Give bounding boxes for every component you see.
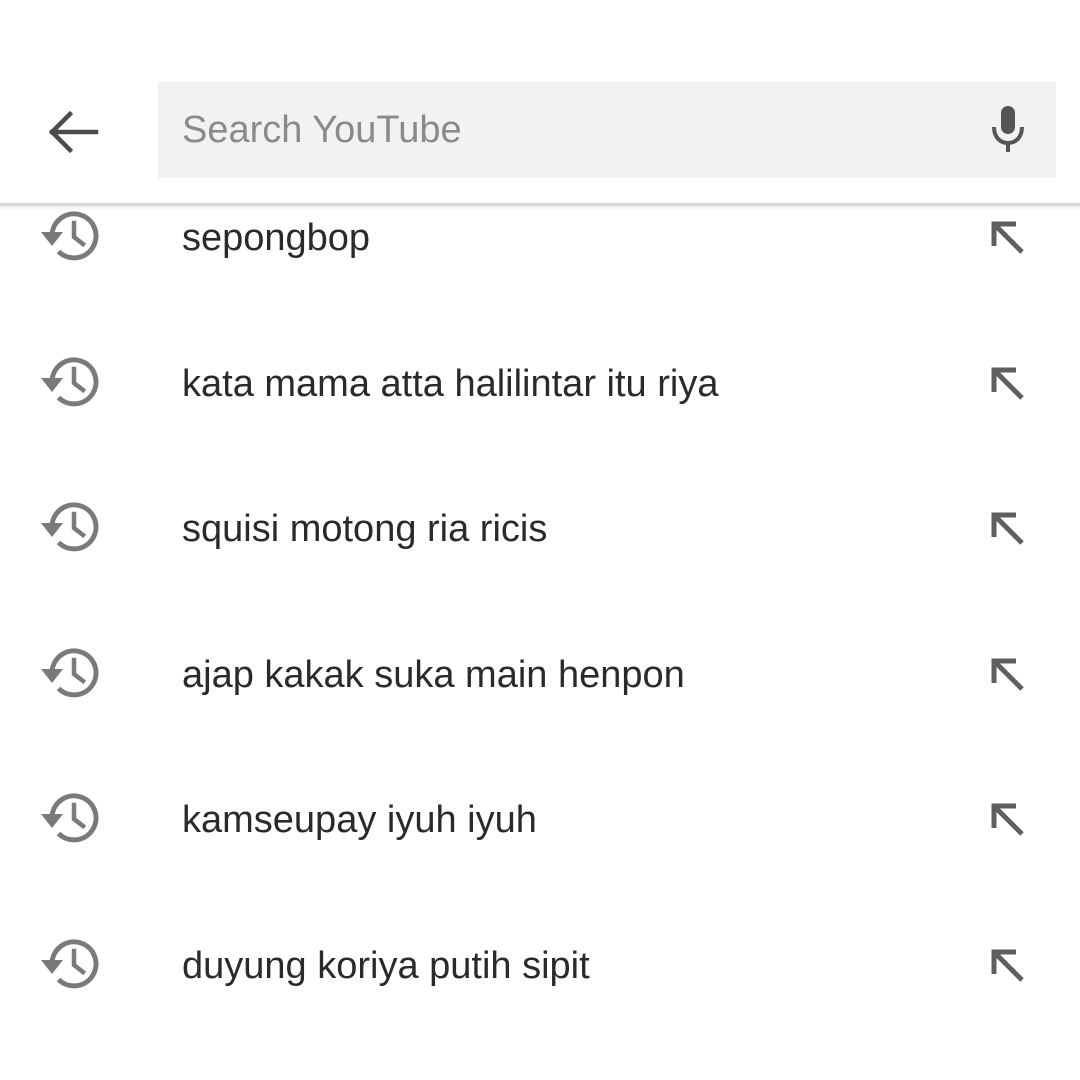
microphone-icon xyxy=(992,106,1024,152)
search-box[interactable] xyxy=(158,82,1056,178)
history-item[interactable]: sepongbop xyxy=(0,186,1080,332)
history-item-label: duyung koriya putih sipit xyxy=(182,944,590,987)
fill-query-button[interactable] xyxy=(980,647,1036,703)
history-icon xyxy=(38,641,104,705)
arrow-up-left-icon xyxy=(991,658,1024,691)
history-icon xyxy=(38,350,104,414)
history-item[interactable]: kata mama atta halilintar itu riya xyxy=(0,332,1080,478)
history-icon xyxy=(38,495,104,559)
voice-search-button[interactable] xyxy=(980,102,1036,158)
arrow-up-left-icon xyxy=(991,367,1024,400)
history-item[interactable]: kamseupay iyuh iyuh xyxy=(0,768,1080,914)
fill-query-button[interactable] xyxy=(980,792,1036,848)
back-button[interactable] xyxy=(40,102,104,162)
history-item[interactable]: ajap kakak suka main henpon xyxy=(0,623,1080,769)
arrow-up-left-icon xyxy=(991,512,1024,545)
youtube-search-screen: sepongbop kata mama atta halilintar itu r… xyxy=(0,0,1080,1080)
history-icon xyxy=(38,204,104,268)
search-header xyxy=(0,0,1080,206)
history-item-label: kamseupay iyuh iyuh xyxy=(182,799,537,841)
arrow-up-left-icon xyxy=(991,803,1024,836)
history-item[interactable]: squisi motong ria ricis xyxy=(0,477,1080,623)
history-icon xyxy=(38,932,104,996)
history-item-label: kata mama atta halilintar itu riya xyxy=(182,362,719,405)
fill-query-button[interactable] xyxy=(980,356,1036,412)
arrow-up-left-icon xyxy=(991,949,1024,982)
search-input[interactable] xyxy=(182,82,962,178)
history-item-label: squisi motong ria ricis xyxy=(182,508,548,550)
history-item[interactable]: duyung koriya putih sipit xyxy=(0,914,1080,1060)
history-item-label: sepongbop xyxy=(182,217,371,259)
fill-query-button[interactable] xyxy=(980,501,1036,557)
fill-query-button[interactable] xyxy=(980,210,1036,266)
arrow-up-left-icon xyxy=(991,221,1024,254)
history-icon xyxy=(38,786,104,850)
history-item-label: ajap kakak suka main henpon xyxy=(182,653,685,696)
fill-query-button[interactable] xyxy=(980,938,1036,994)
arrow-left-icon xyxy=(48,110,99,154)
